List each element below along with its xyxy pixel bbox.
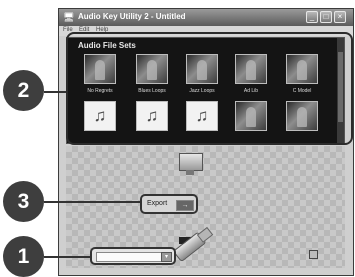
monitor-screen [179, 153, 203, 171]
title-bar[interactable]: 🖥 Audio Key Utility 2 - Untitled _ □ × [59, 9, 353, 26]
callout-number-1: 1 [3, 236, 44, 277]
monitor-stand [186, 170, 194, 175]
close-button[interactable]: × [334, 11, 346, 23]
export-label: Export [147, 200, 168, 207]
export-arrow-icon: → [176, 200, 194, 211]
leader-line-3 [44, 201, 140, 203]
window-title: Audio Key Utility 2 - Untitled [78, 12, 186, 21]
device-selector[interactable]: ▾ [90, 247, 176, 265]
export-button[interactable]: Export → [140, 194, 198, 214]
leader-line-1 [44, 256, 90, 258]
device-selector-dropdown-button[interactable]: ▾ [161, 252, 172, 262]
callout-number-3: 3 [3, 181, 44, 222]
maximize-button[interactable]: □ [320, 11, 332, 23]
leader-line-2 [44, 91, 66, 93]
app-icon: 🖥 [63, 12, 75, 22]
callout-number-2: 2 [3, 70, 44, 111]
computer-monitor-icon [176, 153, 204, 177]
minimize-button[interactable]: _ [306, 11, 318, 23]
corner-icon[interactable] [309, 250, 318, 259]
callout-frame-audio-file-sets [66, 32, 353, 145]
